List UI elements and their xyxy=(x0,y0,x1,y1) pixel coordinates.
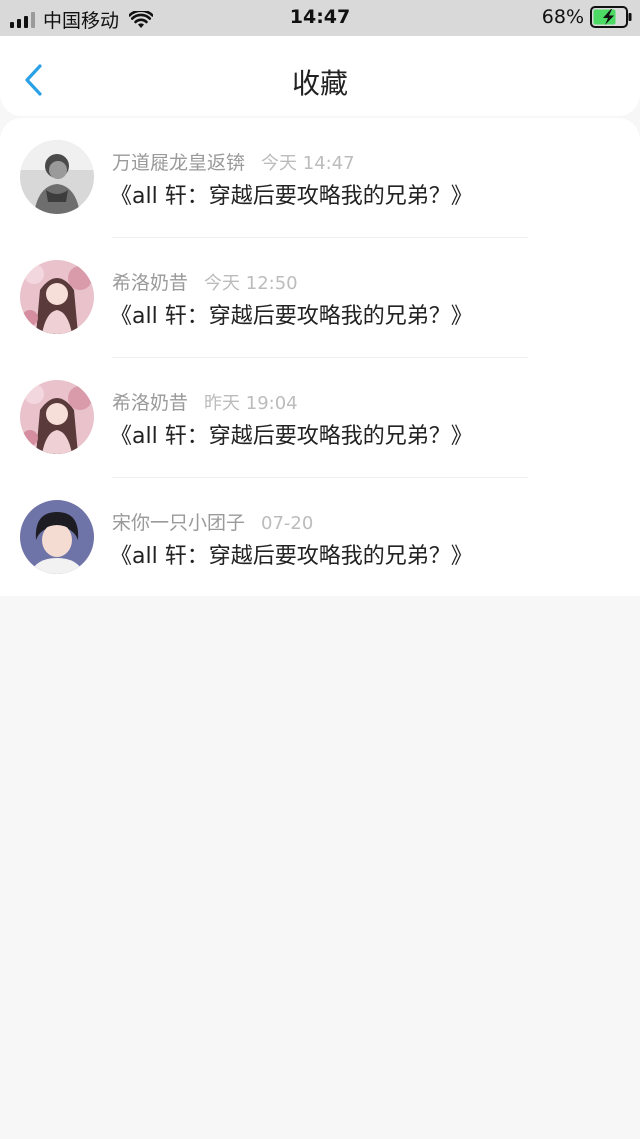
status-right: 68% xyxy=(542,6,632,28)
nav-bar: 收藏 xyxy=(0,36,640,116)
status-bar: 中国移动 14:47 68% xyxy=(0,0,640,36)
avatar xyxy=(20,380,94,454)
item-meta: 希洛奶昔 昨天 19:04 xyxy=(112,388,298,415)
list-item[interactable]: 宋你一只小团子 07-20 《all 轩：穿越后要攻略我的兄弟？》 xyxy=(0,478,640,598)
avatar xyxy=(20,260,94,334)
avatar xyxy=(20,140,94,214)
list-item[interactable]: 希洛奶昔 今天 12:50 《all 轩：穿越后要攻略我的兄弟？》 xyxy=(0,238,640,358)
author-name: 希洛奶昔 xyxy=(112,392,189,414)
book-title: 《all 轩：穿越后要攻略我的兄弟？》 xyxy=(110,544,473,569)
timestamp: 今天 14:47 xyxy=(261,153,355,174)
author-name: 宋你一只小团子 xyxy=(112,512,246,534)
author-name: 希洛奶昔 xyxy=(112,272,189,294)
timestamp: 07-20 xyxy=(261,513,314,534)
book-title: 《all 轩：穿越后要攻略我的兄弟？》 xyxy=(110,424,473,449)
battery-charging-icon xyxy=(590,6,632,28)
book-title: 《all 轩：穿越后要攻略我的兄弟？》 xyxy=(110,304,473,329)
item-meta: 宋你一只小团子 07-20 xyxy=(112,508,313,535)
item-meta: 万道屣龙皇返锛 今天 14:47 xyxy=(112,148,355,175)
timestamp: 今天 12:50 xyxy=(204,273,298,294)
list-item[interactable]: 万道屣龙皇返锛 今天 14:47 《all 轩：穿越后要攻略我的兄弟？》 xyxy=(0,118,640,238)
author-name: 万道屣龙皇返锛 xyxy=(112,152,246,174)
battery-percent: 68% xyxy=(541,6,584,28)
book-title: 《all 轩：穿越后要攻略我的兄弟？》 xyxy=(110,184,473,209)
avatar xyxy=(20,500,94,574)
item-meta: 希洛奶昔 今天 12:50 xyxy=(112,268,298,295)
timestamp: 昨天 19:04 xyxy=(204,393,298,414)
favorites-list: 万道屣龙皇返锛 今天 14:47 《all 轩：穿越后要攻略我的兄弟？》 希洛奶昔… xyxy=(0,118,640,596)
page-title: 收藏 xyxy=(291,67,348,100)
list-item[interactable]: 希洛奶昔 昨天 19:04 《all 轩：穿越后要攻略我的兄弟？》 xyxy=(0,358,640,478)
